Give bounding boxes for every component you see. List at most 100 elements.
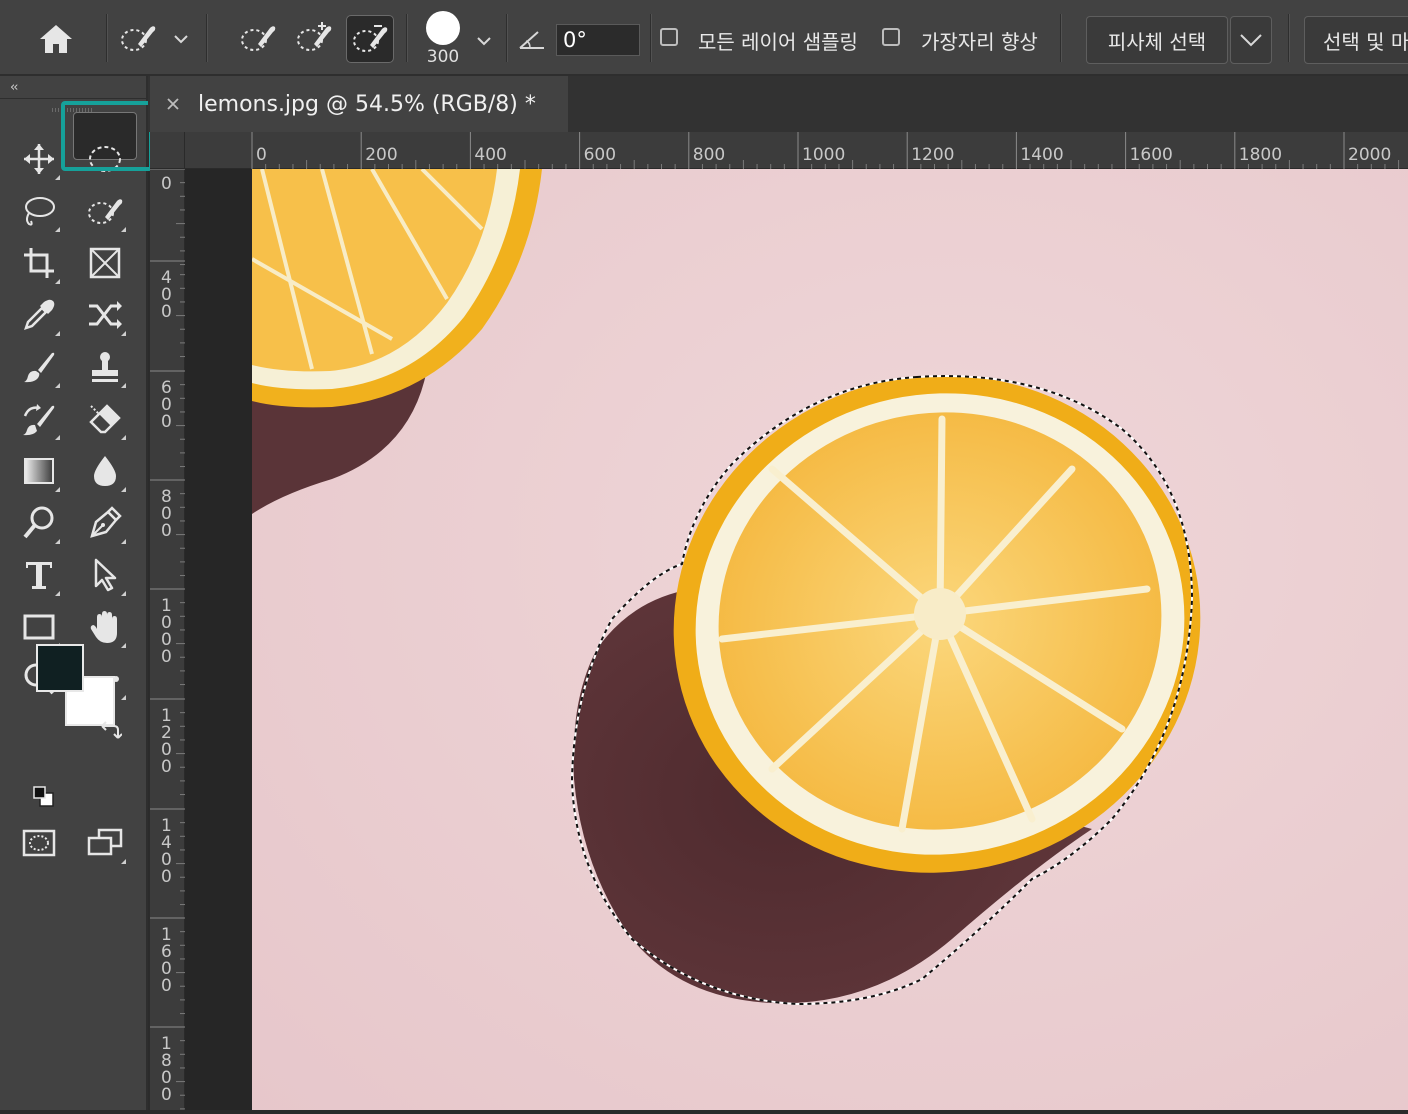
type-tool[interactable]: [16, 552, 62, 598]
add-to-selection-button[interactable]: [292, 16, 336, 60]
separator: [106, 14, 108, 62]
brush-tool[interactable]: [16, 344, 62, 390]
dodge-icon: [23, 506, 54, 539]
quick-selection-icon: [88, 199, 123, 224]
clone-stamp-icon: [92, 352, 118, 382]
ruler-label: 1800: [1239, 145, 1282, 165]
subtract-from-selection-button[interactable]: [346, 15, 394, 63]
frame-tool[interactable]: [82, 240, 128, 286]
hand-icon: [90, 611, 117, 643]
gradient-tool[interactable]: [16, 448, 62, 494]
blur-tool[interactable]: [82, 448, 128, 494]
collapse-panel-button[interactable]: ‹‹: [10, 80, 19, 95]
ruler-label: 1200: [161, 706, 172, 777]
ruler-label: 1400: [1020, 145, 1063, 165]
lasso-icon: [25, 197, 55, 226]
angle-icon: [519, 31, 544, 49]
lasso-tool[interactable]: [16, 188, 62, 234]
ruler-label: 600: [584, 145, 616, 165]
select-subject-dropdown[interactable]: [1230, 16, 1272, 64]
swap-colors-icon[interactable]: [98, 720, 122, 742]
gradient-icon: [24, 458, 54, 484]
brush-size-picker[interactable]: 300: [420, 8, 466, 70]
history-brush-icon: [23, 404, 55, 436]
chevron-down-icon[interactable]: [173, 34, 189, 44]
eyedropper-tool[interactable]: [16, 292, 62, 338]
brush-icon: [24, 352, 55, 383]
chevron-down-icon: [1240, 34, 1262, 47]
ruler-label: 200: [365, 145, 397, 165]
vertical-ruler-scale: 0 4 0 0 6 0 0 8 0 0 1 0 0 0 1 2 0 0 1 4 0 0 1 6 0 0 1 8 0 0: [150, 168, 185, 1110]
path-selection-tool[interactable]: [82, 552, 128, 598]
crop-tool[interactable]: [16, 240, 62, 286]
sample-all-layers-checkbox[interactable]: [660, 28, 678, 46]
home-button[interactable]: [20, 14, 92, 64]
arrow-cursor-icon: [94, 558, 117, 592]
close-icon: [167, 98, 179, 110]
options-bar: 300 0° 모든 레이어 샘플링 가장자리 향상 피사체 선택 선택 및 마: [0, 0, 1408, 76]
angle-input[interactable]: 0°: [556, 24, 640, 56]
eyedropper-icon: [24, 299, 55, 330]
screen-mode[interactable]: [82, 820, 128, 866]
ruler-label: 400: [161, 268, 172, 322]
document-tab[interactable]: lemons.jpg @ 54.5% (RGB/8) *: [150, 76, 568, 132]
brush-size-value: 300: [426, 47, 460, 67]
type-icon: [26, 562, 52, 589]
ruler-label: 0: [256, 145, 267, 165]
separator: [506, 14, 508, 62]
enhance-edge-label: 가장자리 향상: [921, 30, 1038, 54]
separator: [650, 14, 652, 62]
ruler-label: 1400: [161, 816, 172, 887]
enhance-edge-checkbox[interactable]: [882, 28, 900, 46]
horizontal-ruler-scale: 0 200 400 600 800 1000 1200 1400 1600 1800 2000: [251, 132, 1400, 169]
lemons-image: [252, 169, 1408, 1110]
document-canvas[interactable]: [252, 169, 1408, 1110]
sample-all-layers-label: 모든 레이어 샘플링: [698, 30, 858, 54]
ruler-label: 2000: [1348, 145, 1391, 165]
select-and-mask-button[interactable]: 선택 및 마: [1304, 16, 1408, 64]
dodge-tool[interactable]: [16, 500, 62, 546]
ruler-label: 800: [161, 487, 172, 541]
ruler-label: 600: [161, 378, 172, 432]
pen-tool[interactable]: [82, 500, 128, 546]
rectangle-icon: [23, 614, 55, 640]
screen-mode-icon: [87, 828, 123, 856]
content-aware-move-tool[interactable]: [82, 292, 128, 338]
subtract-selection-icon: [353, 25, 388, 52]
ruler-origin[interactable]: [150, 132, 185, 169]
move-icon: [24, 144, 54, 174]
default-colors-icon[interactable]: [32, 785, 56, 809]
separator: [1060, 14, 1062, 62]
panel-header-divider: [0, 98, 146, 99]
eraser-tool[interactable]: [82, 396, 128, 442]
chevron-down-icon[interactable]: [476, 36, 492, 46]
move-tool[interactable]: [16, 136, 62, 182]
ruler-label: 0: [161, 174, 172, 194]
foreground-color-swatch[interactable]: [36, 644, 84, 692]
close-tab-button[interactable]: [164, 95, 182, 113]
content-aware-move-icon: [89, 301, 122, 329]
pen-icon: [90, 506, 122, 538]
ruler-label: 1600: [161, 925, 172, 996]
select-subject-button[interactable]: 피사체 선택: [1086, 16, 1228, 64]
tool-preset-picker[interactable]: [116, 16, 160, 60]
crop-icon: [24, 248, 54, 278]
ruler-label: 1600: [1130, 145, 1173, 165]
document-title: lemons.jpg @ 54.5% (RGB/8) *: [198, 91, 536, 117]
history-brush-tool[interactable]: [16, 396, 62, 442]
quick-selection-icon: [121, 26, 156, 51]
ruler-label: 1200: [911, 145, 954, 165]
new-selection-mode-button[interactable]: [236, 16, 280, 60]
clone-stamp-tool[interactable]: [82, 344, 128, 390]
vertical-ruler[interactable]: 0 400 600 800 1000 1200 1400 1600 1800: [150, 168, 185, 1110]
hand-tool[interactable]: [82, 604, 128, 650]
horizontal-ruler[interactable]: 0 200 400 600 800 1000 1200 1400 1600 1800 2000: [185, 132, 1408, 169]
quick-selection-tool[interactable]: [82, 188, 128, 234]
ruler-label: 1800: [161, 1034, 172, 1105]
separator: [406, 14, 408, 62]
frame-icon: [89, 247, 121, 279]
quick-mask-icon: [22, 829, 56, 857]
quick-mask-mode[interactable]: [16, 820, 62, 866]
ruler-label: 400: [474, 145, 506, 165]
brush-tip-preview: [426, 11, 460, 45]
